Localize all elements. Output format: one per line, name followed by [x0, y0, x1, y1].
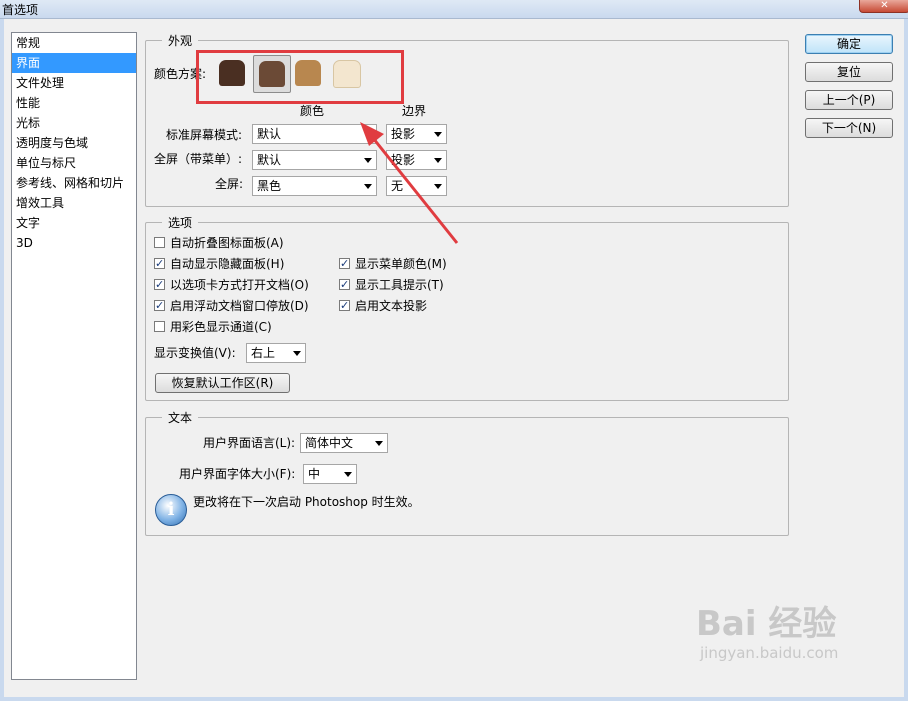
checkbox-label: 启用文本投影	[355, 299, 428, 313]
fullscreen-menu-border-select[interactable]: 投影	[386, 150, 447, 170]
reset-workspace-button[interactable]: 恢复默认工作区(R)	[155, 373, 290, 393]
sidebar-item-label: 参考线、网格和切片	[16, 176, 125, 190]
next-button[interactable]: 下一个(N)	[805, 118, 893, 138]
select-value: 投影	[391, 153, 416, 167]
dropdown-arrow-icon	[293, 351, 301, 356]
category-list[interactable]: 常规 界面 文件处理 性能 光标 透明度与色域 单位与标尺 参考线、网格和切片 …	[11, 32, 137, 680]
transform-values-label: 显示变换值(V):	[154, 346, 236, 360]
sidebar-item-label: 3D	[16, 236, 33, 250]
column-header-border: 边界	[402, 104, 427, 118]
ui-font-size-select[interactable]: 中	[303, 464, 357, 484]
annotation-highlight-box	[196, 50, 404, 104]
dropdown-arrow-icon	[375, 441, 383, 446]
dropdown-arrow-icon	[434, 184, 442, 189]
checkbox-box	[154, 256, 165, 272]
window-frame-right	[904, 19, 908, 701]
select-value: 无	[391, 179, 404, 193]
ui-language-label: 用户界面语言(L):	[203, 436, 296, 450]
window-title: 首选项	[2, 3, 39, 17]
baidu-watermark: Bai 经验 jingyan.baidu.com	[696, 604, 896, 662]
sidebar-item-label: 透明度与色域	[16, 136, 89, 150]
sidebar-item-interface[interactable]: 界面	[12, 53, 136, 73]
sidebar-item-type[interactable]: 文字	[12, 213, 136, 233]
fullscreen-label: 全屏:	[215, 177, 244, 191]
checkbox-box	[339, 277, 350, 293]
sidebar-item-label: 文字	[16, 216, 41, 230]
checkbox-label: 用彩色显示通道(C)	[170, 320, 272, 334]
previous-button[interactable]: 上一个(P)	[805, 90, 893, 110]
select-value: 右上	[251, 346, 276, 360]
checkbox-label: 显示菜单颜色(M)	[355, 257, 447, 271]
checkbox-box	[154, 298, 165, 314]
checkbox-box	[154, 277, 165, 293]
options-group-title: 选项	[162, 214, 199, 231]
appearance-group-title: 外观	[162, 32, 199, 49]
sidebar-item-label: 文件处理	[16, 76, 65, 90]
ok-button[interactable]: 确定	[805, 34, 893, 54]
checkbox-label: 自动显示隐藏面板(H)	[170, 257, 285, 271]
baidu-logo-text: Bai 经验	[696, 604, 837, 644]
window-frame-left	[0, 19, 4, 701]
sidebar-item-guides[interactable]: 参考线、网格和切片	[12, 173, 136, 193]
checkbox-box	[154, 321, 165, 332]
standard-screen-border-select[interactable]: 投影	[386, 124, 447, 144]
watermark-url: jingyan.baidu.com	[700, 644, 839, 662]
sidebar-item-general[interactable]: 常规	[12, 33, 136, 53]
fullscreen-border-select[interactable]: 无	[386, 176, 447, 196]
select-value: 中	[308, 467, 321, 481]
sidebar-item-transparency[interactable]: 透明度与色域	[12, 133, 136, 153]
sidebar-item-performance[interactable]: 性能	[12, 93, 136, 113]
select-value: 投影	[391, 127, 416, 141]
dropdown-arrow-icon	[364, 132, 372, 137]
column-header-color: 颜色	[300, 104, 325, 118]
text-group-title: 文本	[162, 409, 199, 426]
sidebar-item-file-handling[interactable]: 文件处理	[12, 73, 136, 93]
checkbox-box	[339, 298, 350, 314]
select-value: 简体中文	[305, 436, 354, 450]
checkbox-box	[339, 256, 350, 272]
sidebar-item-label: 增效工具	[16, 196, 65, 210]
window-frame-bottom	[0, 697, 908, 701]
sidebar-item-label: 光标	[16, 116, 41, 130]
sidebar-item-label: 常规	[16, 36, 41, 50]
restart-note: 更改将在下一次启动 Photoshop 时生效。	[193, 495, 420, 509]
sidebar-item-label: 性能	[16, 96, 41, 110]
dropdown-arrow-icon	[364, 184, 372, 189]
select-value: 默认	[257, 153, 282, 167]
fullscreen-menu-label: 全屏（带菜单）:	[154, 152, 243, 166]
info-icon: i	[155, 494, 187, 526]
sidebar-item-3d[interactable]: 3D	[12, 233, 136, 253]
checkbox-box	[154, 237, 165, 248]
ui-font-size-label: 用户界面字体大小(F):	[179, 467, 296, 481]
fullscreen-color-select[interactable]: 黑色	[252, 176, 377, 196]
transform-values-select[interactable]: 右上	[246, 343, 306, 363]
sidebar-item-units[interactable]: 单位与标尺	[12, 153, 136, 173]
ui-language-select[interactable]: 简体中文	[300, 433, 388, 453]
checkbox-label: 显示工具提示(T)	[355, 278, 444, 292]
sidebar-item-plugins[interactable]: 增效工具	[12, 193, 136, 213]
dropdown-arrow-icon	[434, 158, 442, 163]
sidebar-item-label: 界面	[16, 56, 41, 70]
sidebar-item-cursors[interactable]: 光标	[12, 113, 136, 133]
select-value: 黑色	[257, 179, 282, 193]
sidebar-item-label: 单位与标尺	[16, 156, 77, 170]
checkbox-label: 自动折叠图标面板(A)	[170, 236, 284, 250]
dropdown-arrow-icon	[344, 472, 352, 477]
dropdown-arrow-icon	[434, 132, 442, 137]
fullscreen-menu-color-select[interactable]: 默认	[252, 150, 377, 170]
standard-screen-mode-label: 标准屏幕模式:	[166, 128, 243, 142]
standard-screen-color-select[interactable]: 默认	[252, 124, 377, 144]
checkbox-label: 启用浮动文档窗口停放(D)	[170, 299, 309, 313]
title-bar: 首选项 ✕	[0, 0, 908, 19]
close-button[interactable]: ✕	[859, 0, 908, 13]
select-value: 默认	[257, 127, 282, 141]
dropdown-arrow-icon	[364, 158, 372, 163]
close-icon: ✕	[880, 0, 889, 11]
checkbox-label: 以选项卡方式打开文档(O)	[170, 278, 309, 292]
reset-button[interactable]: 复位	[805, 62, 893, 82]
